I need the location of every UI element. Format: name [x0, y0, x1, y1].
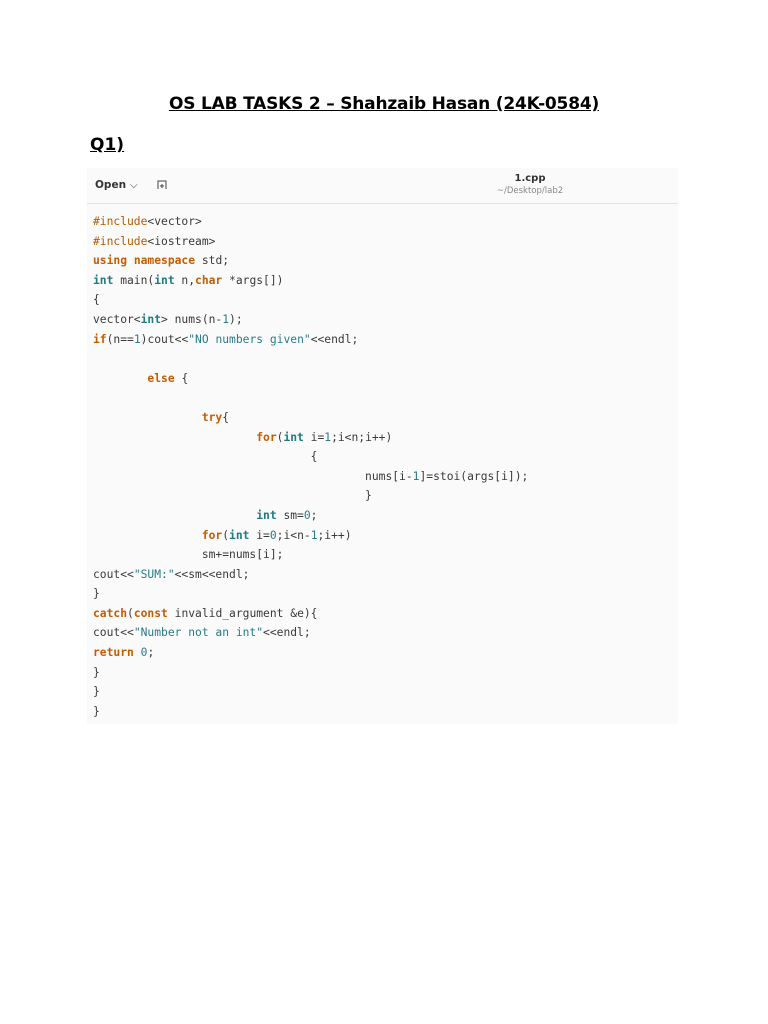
code-line: cout<<"SUM:"<<sm<<endl;: [93, 567, 250, 581]
code-line: }: [93, 665, 100, 679]
code-line: int main(int n,char *args[]): [93, 273, 284, 287]
code-line: #include<iostream>: [93, 234, 216, 248]
open-button[interactable]: Open ⌵: [95, 179, 138, 191]
code-line: for(int i=1;i<n;i++): [256, 430, 393, 444]
code-line: using namespace std;: [93, 254, 230, 268]
open-button-label: Open: [95, 179, 127, 191]
code-line: #include<vector>: [93, 215, 202, 228]
code-line: sm+=nums[i];: [93, 548, 284, 562]
code-line: }: [93, 685, 100, 699]
code-line: int sm=0;: [256, 508, 318, 522]
code-line: }: [93, 704, 100, 718]
editor-toolbar: Open ⌵ 1.cpp ~/Desktop/lab2: [87, 168, 678, 204]
code-line: else {: [147, 371, 189, 385]
code-line: vector<int> nums(n-1);: [93, 312, 243, 326]
code-line: for(int i=0;i<n-1;i++): [201, 528, 352, 542]
code-line: if(n==1)cout<<"NO numbers given"<<endl;: [93, 332, 359, 346]
code-line: }: [93, 587, 100, 601]
code-line: }: [93, 489, 372, 503]
code-line: catch(const invalid_argument &e){: [93, 606, 318, 620]
code-line: nums[i-1]=stoi(args[i]);: [93, 469, 529, 483]
editor-screenshot: Open ⌵ 1.cpp ~/Desktop/lab2 #include<vect…: [87, 168, 678, 724]
code-line: return 0;: [93, 646, 155, 660]
new-tab-icon[interactable]: [157, 180, 167, 190]
document-title: OS LAB TASKS 2 – Shahzaib Hasan (24K-058…: [168, 94, 600, 114]
code-line: cout<<"Number not an int"<<endl;: [93, 626, 311, 640]
code-area[interactable]: #include<vector> #include<iostream> using …: [87, 212, 678, 721]
code-line: try{: [201, 410, 230, 424]
file-name: 1.cpp: [514, 173, 546, 184]
code-line: {: [93, 293, 100, 307]
question-heading: Q1): [90, 135, 125, 155]
code-line: {: [93, 450, 318, 464]
file-path: ~/Desktop/lab2: [496, 186, 564, 196]
chevron-down-icon: ⌵: [130, 180, 138, 191]
